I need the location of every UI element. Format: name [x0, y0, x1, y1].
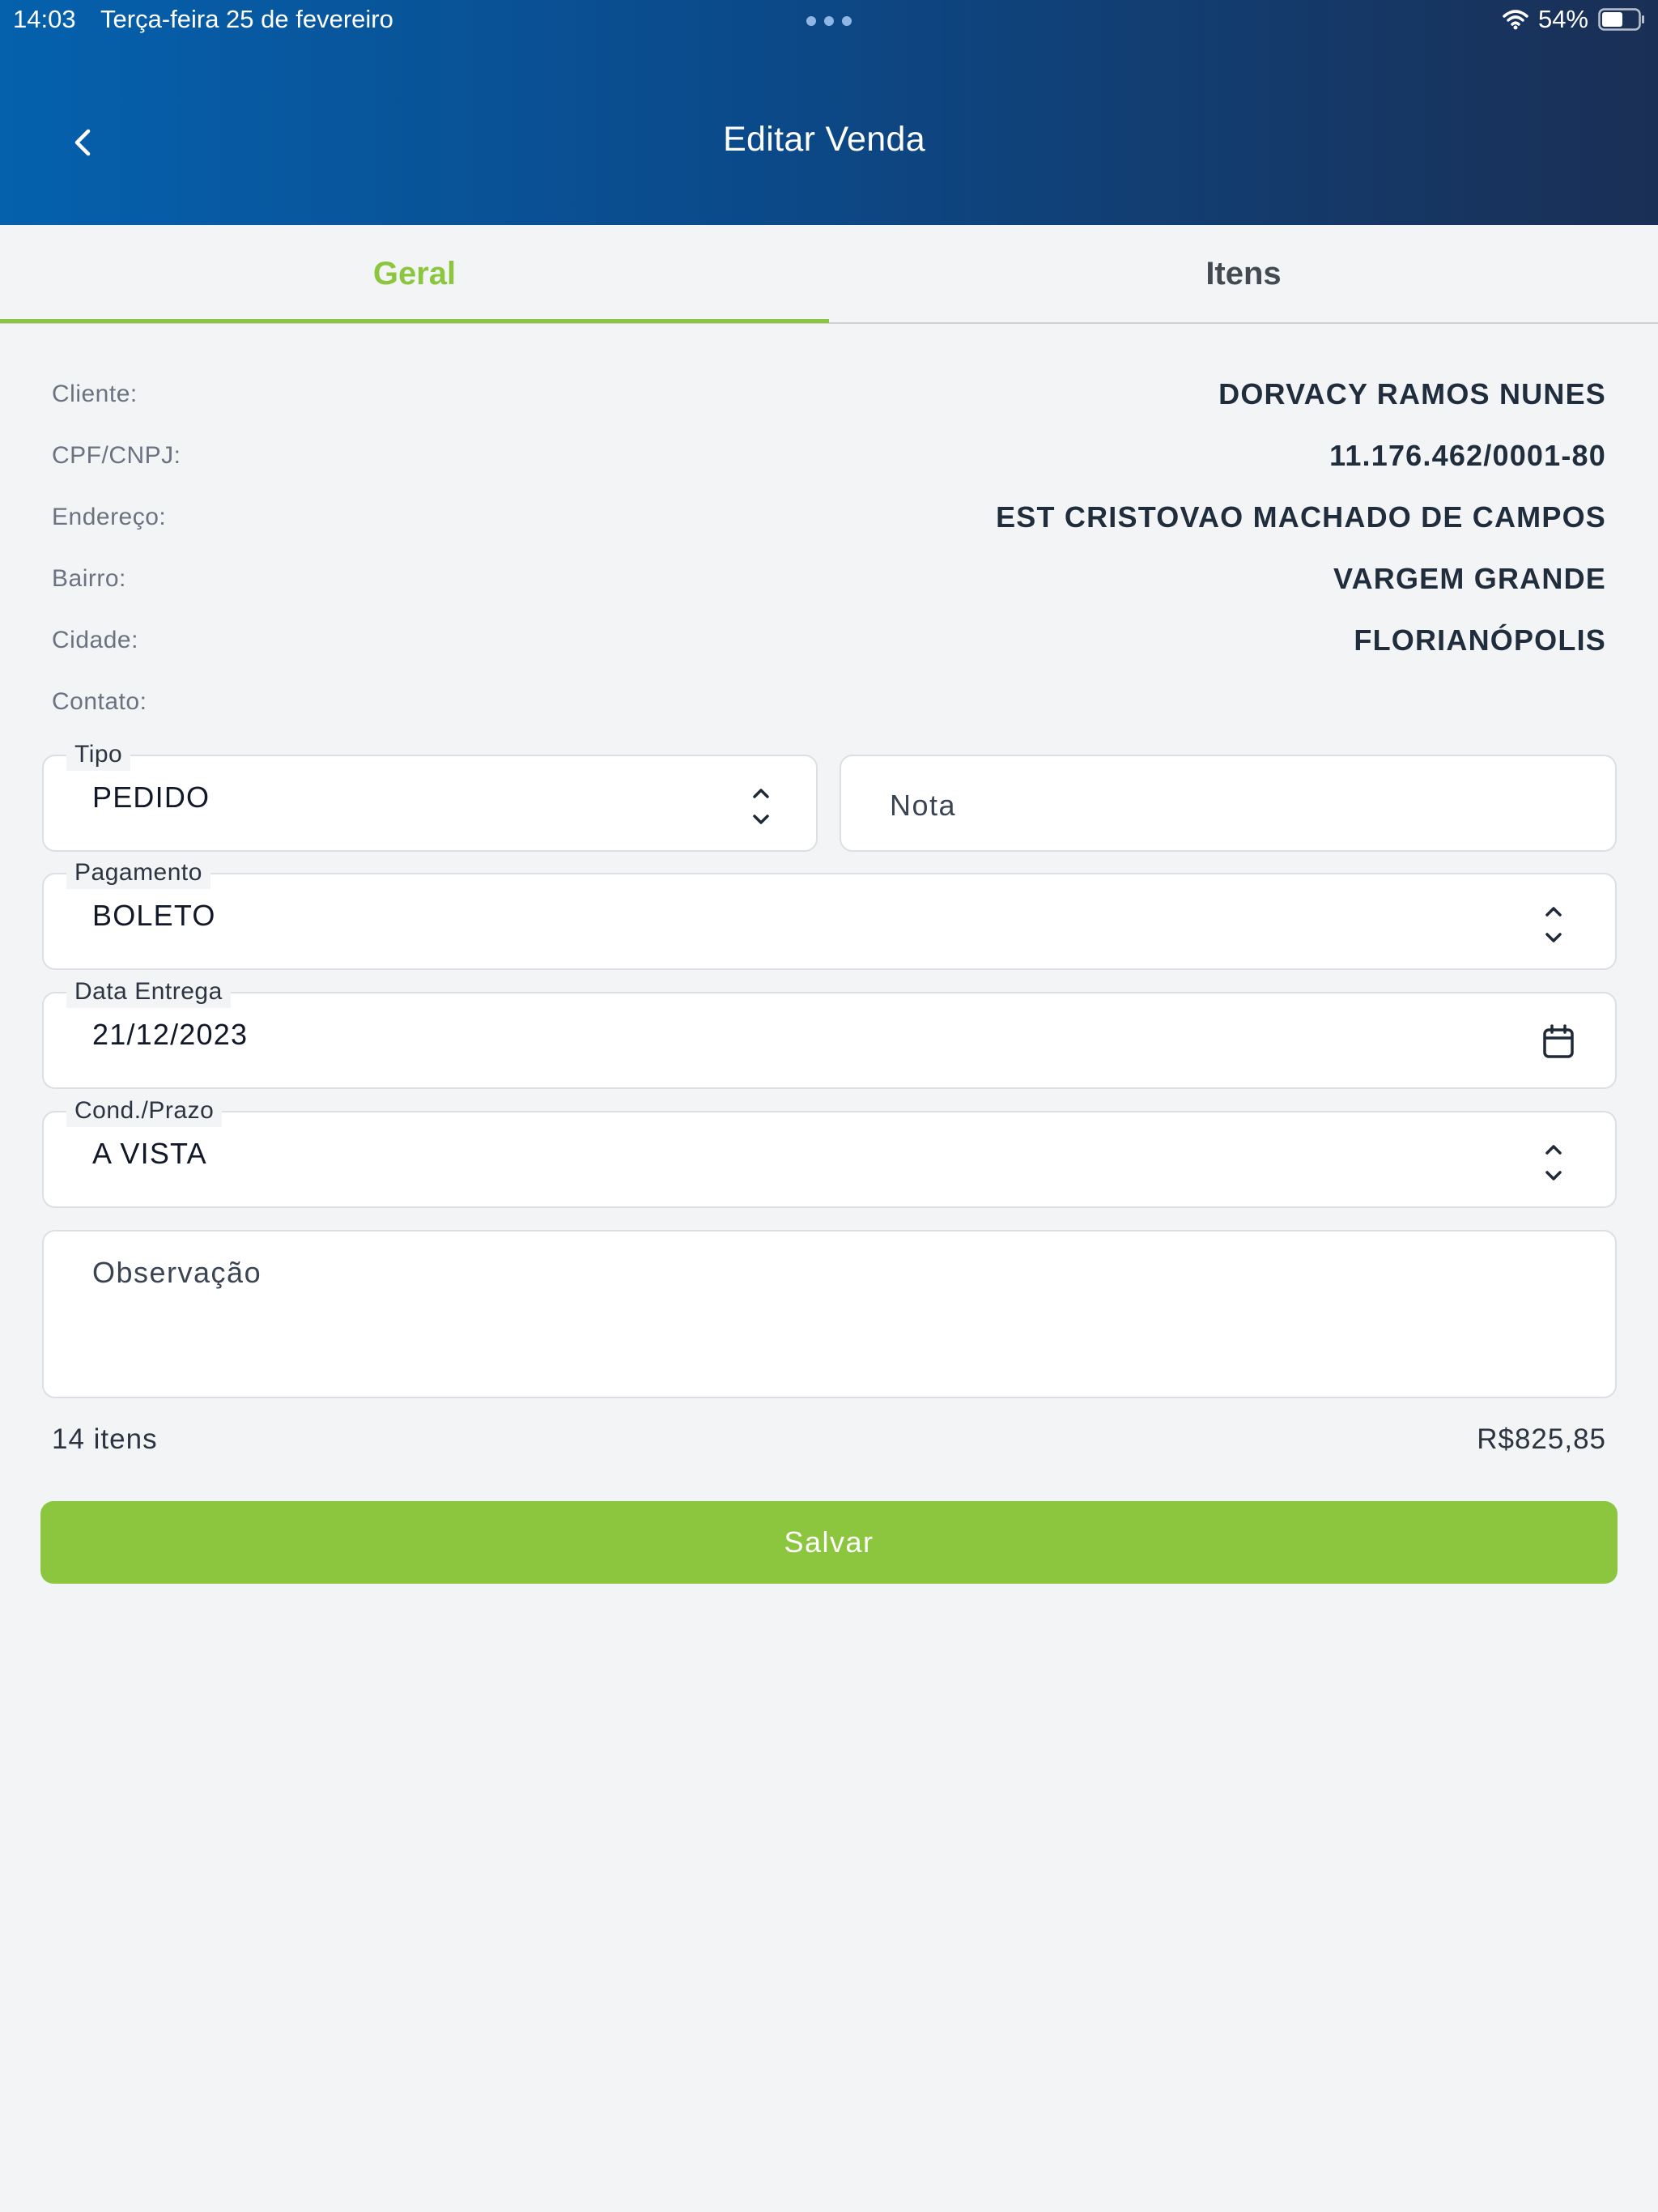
wifi-icon — [1503, 8, 1528, 31]
status-time: 14:03 — [13, 5, 76, 33]
observacao-placeholder: Observação — [92, 1256, 262, 1289]
order-total: R$825,85 — [1477, 1423, 1606, 1455]
tab-itens[interactable]: Itens — [829, 225, 1658, 322]
cpf-cnpj-label: CPF/CNPJ: — [52, 442, 181, 469]
data-entrega-value: 21/12/2023 — [92, 1018, 249, 1051]
bairro-value: VARGEM GRANDE — [1333, 562, 1606, 595]
bairro-label: Bairro: — [52, 565, 126, 592]
battery-percent: 54% — [1537, 5, 1588, 33]
cond-prazo-value: A VISTA — [92, 1137, 207, 1170]
endereco-label: Endereço: — [52, 504, 167, 530]
data-entrega-input[interactable]: Data Entrega 21/12/2023 — [42, 976, 1617, 1089]
page-title: Editar Venda — [723, 120, 925, 159]
info-row-cidade: Cidade: FLORIANÓPOLIS — [52, 617, 1606, 678]
cond-prazo-select[interactable]: Cond./Prazo A VISTA — [42, 1095, 1617, 1208]
app-header: 14:03 Terça-feira 25 de fevereiro 54% Ed… — [0, 0, 1658, 225]
tab-geral[interactable]: Geral — [0, 225, 829, 322]
chevron-up-down-icon — [1537, 1140, 1570, 1185]
cliente-value: DORVACY RAMOS NUNES — [1218, 377, 1606, 410]
contato-label: Contato: — [52, 688, 147, 715]
nota-input[interactable]: Nota — [840, 755, 1617, 852]
tipo-value: PEDIDO — [92, 781, 210, 814]
info-row-bairro: Bairro: VARGEM GRANDE — [52, 555, 1606, 617]
info-row-cpf-cnpj: CPF/CNPJ: 11.176.462/0001-80 — [52, 432, 1606, 494]
status-date: Terça-feira 25 de fevereiro — [100, 5, 393, 33]
pagamento-label: Pagamento — [66, 857, 210, 889]
cpf-cnpj-value: 11.176.462/0001-80 — [1329, 439, 1606, 472]
tipo-select[interactable]: Tipo PEDIDO — [42, 738, 818, 852]
pagamento-value: BOLETO — [92, 899, 216, 932]
pagamento-select[interactable]: Pagamento BOLETO — [42, 857, 1617, 970]
cliente-label: Cliente: — [52, 381, 138, 407]
chevron-up-down-icon — [1537, 902, 1570, 947]
save-button[interactable]: Salvar — [40, 1501, 1618, 1584]
customer-info: Cliente: DORVACY RAMOS NUNES CPF/CNPJ: 1… — [52, 371, 1606, 740]
cidade-label: Cidade: — [52, 627, 138, 653]
active-tab-indicator — [0, 319, 829, 323]
status-indicators: 54% — [1503, 5, 1645, 34]
items-count: 14 itens — [52, 1423, 158, 1455]
battery-icon — [1598, 8, 1645, 31]
tipo-label: Tipo — [66, 738, 131, 771]
info-row-contato: Contato: — [52, 678, 1606, 740]
info-row-endereco: Endereço: EST CRISTOVAO MACHADO DE CAMPO… — [52, 494, 1606, 555]
cond-prazo-label: Cond./Prazo — [66, 1095, 223, 1127]
multitasking-dots-icon[interactable] — [806, 16, 852, 26]
cidade-value: FLORIANÓPOLIS — [1354, 623, 1606, 657]
status-bar: 14:03 Terça-feira 25 de fevereiro 54% — [0, 0, 1658, 40]
calendar-icon[interactable] — [1542, 1019, 1575, 1065]
data-entrega-label: Data Entrega — [66, 976, 231, 1008]
observacao-textarea[interactable]: Observação — [42, 1230, 1617, 1398]
nota-placeholder: Nota — [890, 789, 957, 822]
endereco-value: EST CRISTOVAO MACHADO DE CAMPOS — [996, 500, 1606, 534]
info-row-cliente: Cliente: DORVACY RAMOS NUNES — [52, 371, 1606, 432]
tab-bar: Geral Itens — [0, 225, 1658, 324]
chevron-up-down-icon — [745, 784, 777, 829]
